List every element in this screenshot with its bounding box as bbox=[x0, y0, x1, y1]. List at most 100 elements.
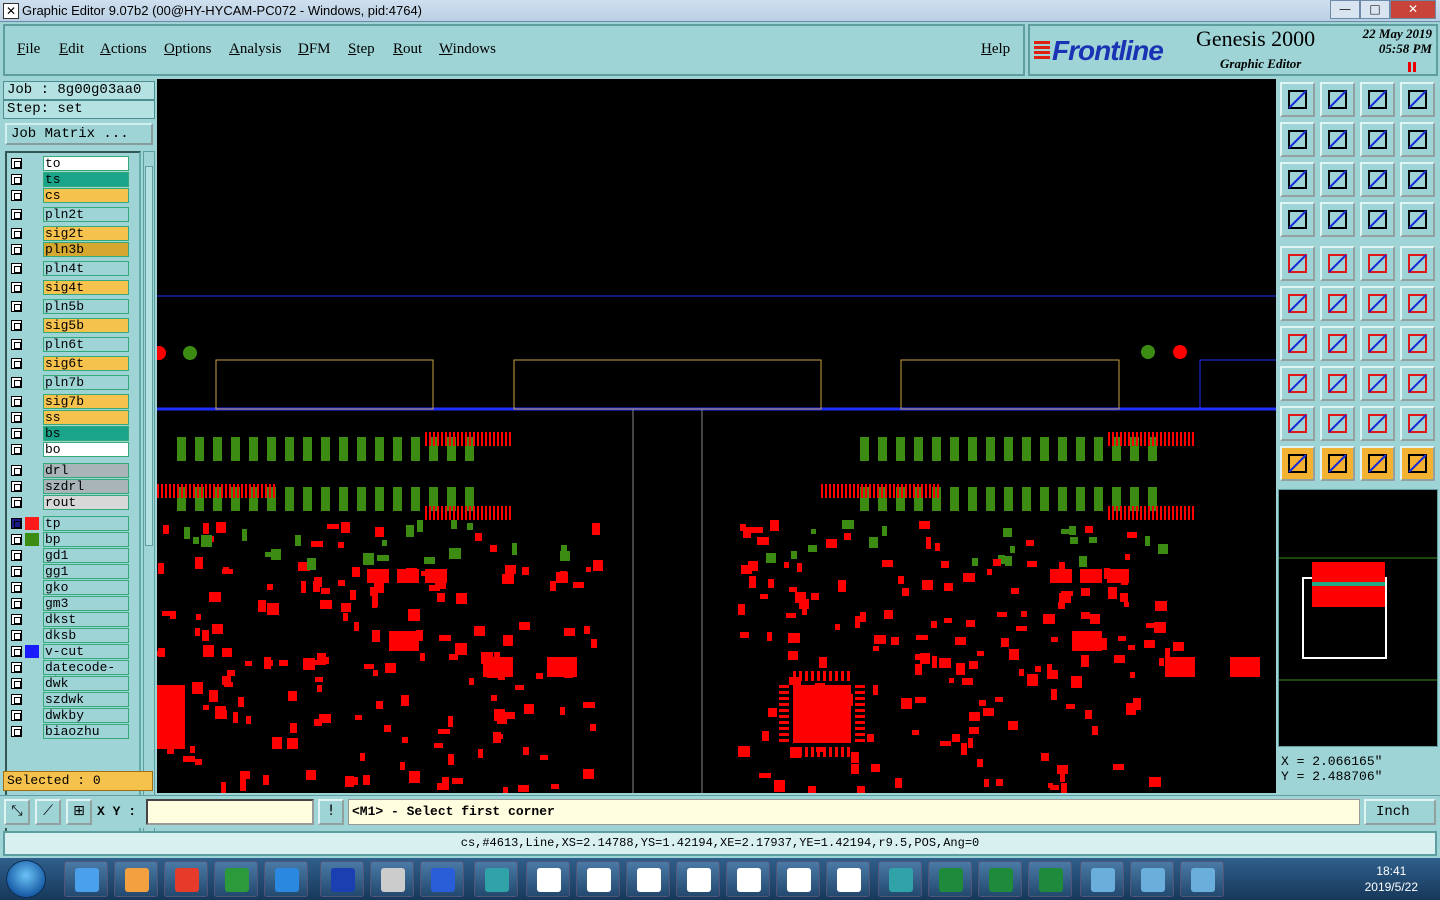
xy-input[interactable] bbox=[146, 799, 314, 825]
line-edit-icon[interactable] bbox=[1320, 326, 1355, 361]
line-angle-icon[interactable] bbox=[1280, 326, 1315, 361]
layer-checkbox[interactable] bbox=[11, 678, 22, 689]
layer-row-drl[interactable]: drl bbox=[9, 463, 129, 478]
grid-snap-icon[interactable]: ⊞ bbox=[66, 799, 92, 825]
menu-file[interactable]: File bbox=[17, 41, 40, 58]
layer-checkbox[interactable] bbox=[11, 582, 22, 593]
clock[interactable]: 18:41 2019/5/22 bbox=[1365, 863, 1418, 895]
layer-row-pln5b[interactable]: pln5b bbox=[9, 299, 129, 314]
layer-row-dwkby[interactable]: dwkby bbox=[9, 708, 129, 723]
layer-checkbox[interactable] bbox=[11, 444, 22, 455]
layer-checkbox[interactable] bbox=[11, 339, 22, 350]
snap-right-icon[interactable] bbox=[1320, 122, 1355, 157]
select-net-icon[interactable] bbox=[1360, 446, 1395, 481]
scale-1-2-icon[interactable] bbox=[1360, 162, 1395, 197]
layer-checkbox[interactable] bbox=[11, 282, 22, 293]
step-field[interactable]: Step: set bbox=[3, 100, 155, 119]
layer-name[interactable]: sig5b bbox=[43, 318, 129, 333]
layer-name[interactable]: pln3b bbox=[43, 242, 129, 257]
layer-checkbox[interactable] bbox=[11, 174, 22, 185]
layer-row-dksb[interactable]: dksb bbox=[9, 628, 129, 643]
grid-icon[interactable] bbox=[1320, 202, 1355, 237]
close-button[interactable]: ✕ bbox=[1390, 0, 1436, 19]
layer-row-rout[interactable]: rout bbox=[9, 495, 129, 510]
layer-checkbox[interactable] bbox=[11, 614, 22, 625]
home-icon[interactable] bbox=[1360, 82, 1395, 117]
taskbar-excel1-icon[interactable] bbox=[928, 861, 972, 897]
layer-name[interactable]: szdrl bbox=[43, 479, 129, 494]
triangle-d-icon[interactable] bbox=[1400, 406, 1435, 441]
layer-row-cs[interactable]: cs bbox=[9, 188, 129, 203]
taskbar-eye-icon[interactable] bbox=[474, 861, 518, 897]
layer-row-bp[interactable]: bp bbox=[9, 532, 129, 547]
layer-row-szdrl[interactable]: szdrl bbox=[9, 479, 129, 494]
layer-checkbox[interactable] bbox=[11, 726, 22, 737]
ruler-icon[interactable] bbox=[1360, 246, 1395, 281]
job-matrix-button[interactable]: Job Matrix ... bbox=[5, 123, 153, 145]
taskbar-excel2-icon[interactable] bbox=[978, 861, 1022, 897]
unit-selector[interactable]: Inch bbox=[1364, 799, 1436, 825]
layer-name[interactable]: gko bbox=[43, 580, 129, 595]
taskbar-monitor3-icon[interactable] bbox=[1180, 861, 1224, 897]
triangle-b-icon[interactable] bbox=[1320, 406, 1355, 441]
fit-icon[interactable] bbox=[1280, 162, 1315, 197]
layer-name[interactable]: to bbox=[43, 156, 129, 171]
cut-line-icon[interactable] bbox=[1320, 366, 1355, 401]
alert-icon[interactable]: ! bbox=[318, 799, 344, 825]
layer-name[interactable]: sig7b bbox=[43, 394, 129, 409]
layer-checkbox[interactable] bbox=[11, 662, 22, 673]
layer-name[interactable]: dksb bbox=[43, 628, 129, 643]
layer-checkbox[interactable] bbox=[11, 412, 22, 423]
layer-checkbox[interactable] bbox=[11, 358, 22, 369]
zoom-window-icon[interactable]: ⤡ bbox=[4, 799, 30, 825]
layer-row-bs[interactable]: bs bbox=[9, 426, 129, 441]
minimize-button[interactable]: — bbox=[1330, 0, 1360, 19]
layer-row-sig7b[interactable]: sig7b bbox=[9, 394, 129, 409]
layer-checkbox[interactable] bbox=[11, 481, 22, 492]
edit-shape-icon[interactable] bbox=[1320, 246, 1355, 281]
layer-name[interactable]: dwk bbox=[43, 676, 129, 691]
overview-map[interactable] bbox=[1278, 489, 1438, 747]
select-box-icon[interactable] bbox=[1320, 446, 1355, 481]
window-icon[interactable] bbox=[1400, 82, 1435, 117]
taskbar-scanner-icon[interactable] bbox=[370, 861, 414, 897]
layer-row-gd1[interactable]: gd1 bbox=[9, 548, 129, 563]
layer-row-biaozhu[interactable]: biaozhu bbox=[9, 724, 129, 739]
layer-name[interactable]: gd1 bbox=[43, 548, 129, 563]
taskbar-monitor1-icon[interactable] bbox=[1080, 861, 1124, 897]
layer-name[interactable]: v-cut bbox=[43, 644, 129, 659]
save-icon[interactable] bbox=[1320, 82, 1355, 117]
rotate-icon[interactable] bbox=[1360, 326, 1395, 361]
menu-rout[interactable]: Rout bbox=[393, 41, 422, 58]
menu-analysis[interactable]: Analysis bbox=[229, 41, 282, 58]
taskbar-app-x3-icon[interactable] bbox=[626, 861, 670, 897]
layer-name[interactable]: sig6t bbox=[43, 356, 129, 371]
taskbar-genesis-g-icon[interactable] bbox=[164, 861, 208, 897]
layer-name[interactable]: bp bbox=[43, 532, 129, 547]
layer-name[interactable]: sig2t bbox=[43, 226, 129, 241]
layer-row-pln4t[interactable]: pln4t bbox=[9, 261, 129, 276]
layer-name[interactable]: sig4t bbox=[43, 280, 129, 295]
layer-row-to[interactable]: to bbox=[9, 156, 129, 171]
layer-checkbox[interactable] bbox=[11, 694, 22, 705]
settings-icon[interactable] bbox=[1280, 202, 1315, 237]
taskbar-excel3-icon[interactable] bbox=[1028, 861, 1072, 897]
layer-checkbox[interactable] bbox=[11, 598, 22, 609]
layer-name[interactable]: rout bbox=[43, 495, 129, 510]
measure-icon[interactable]: ⟋ bbox=[35, 799, 61, 825]
layers-dark-icon[interactable] bbox=[1400, 202, 1435, 237]
layer-checkbox[interactable] bbox=[11, 244, 22, 255]
layer-checkbox[interactable] bbox=[11, 550, 22, 561]
layer-checkbox[interactable] bbox=[11, 566, 22, 577]
taskbar-eye2-icon[interactable] bbox=[878, 861, 922, 897]
triangle-c-icon[interactable] bbox=[1360, 406, 1395, 441]
menu-dfm[interactable]: DFM bbox=[298, 41, 331, 58]
layer-name[interactable]: pln2t bbox=[43, 207, 129, 222]
fill-icon[interactable] bbox=[1280, 246, 1315, 281]
layer-row-sig4t[interactable]: sig4t bbox=[9, 280, 129, 295]
layer-name[interactable]: ts bbox=[43, 172, 129, 187]
circle-pad-icon[interactable] bbox=[1400, 246, 1435, 281]
layer-checkbox[interactable] bbox=[11, 263, 22, 274]
menu-step[interactable]: Step bbox=[348, 41, 375, 58]
layer-checkbox[interactable] bbox=[11, 534, 22, 545]
